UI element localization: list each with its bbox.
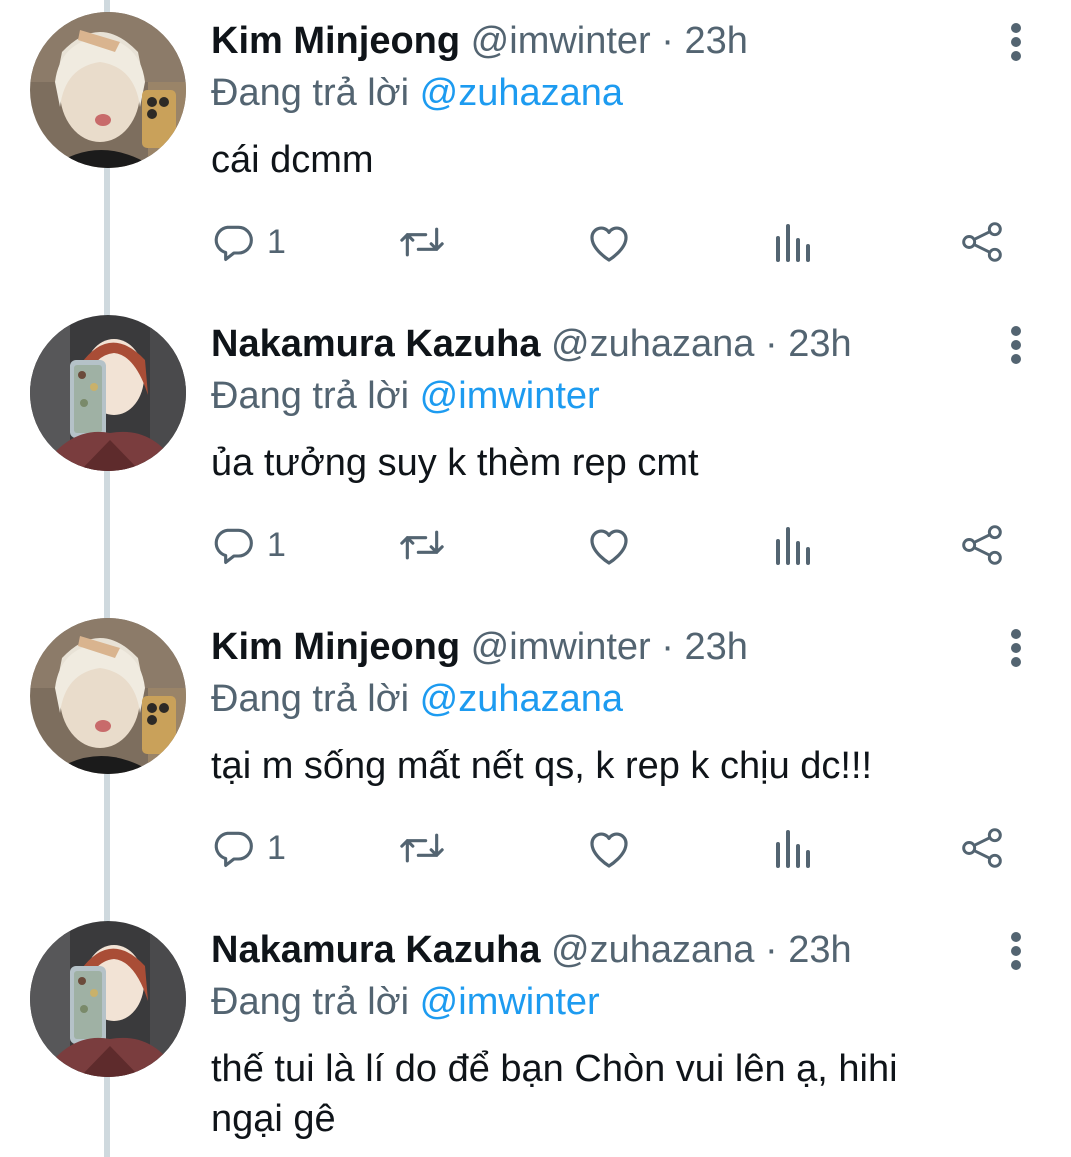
share-icon [962,828,1002,868]
more-vertical-icon [1011,629,1021,667]
share-button[interactable] [959,217,1005,267]
author-name[interactable]: Nakamura Kazuha [211,929,540,971]
share-button[interactable] [959,823,1005,873]
tweet[interactable]: Nakamura Kazuha @zuhazana · 23h Đang trả… [0,909,1071,1157]
tweet[interactable]: Kim Minjeong @imwinter · 23h Đang trả lờ… [0,606,1071,909]
reply-icon [214,225,253,261]
tweet-header: Kim Minjeong @imwinter · 23h [211,18,748,64]
author-name[interactable]: Kim Minjeong [211,20,460,62]
replying-to-line: Đang trả lời @zuhazana [211,70,623,116]
replying-to-mention[interactable]: @zuhazana [420,72,623,114]
retweet-button[interactable] [397,823,447,873]
tweet-header: Kim Minjeong @imwinter · 23h [211,624,748,670]
tweet[interactable]: Kim Minjeong @imwinter · 23h Đang trả lờ… [0,0,1071,303]
share-button[interactable] [959,520,1005,570]
timestamp[interactable]: 23h [685,626,748,668]
reply-icon [214,528,253,564]
reply-count: 1 [267,828,286,867]
tweet[interactable]: Nakamura Kazuha @zuhazana · 23h Đang trả… [0,303,1071,606]
tweet-text: thế tui là lí do để bạn Chòn vui lên ạ, … [211,1048,898,1140]
views-button[interactable] [774,823,814,873]
reply-button[interactable]: 1 [211,217,286,267]
reply-icon [214,831,253,867]
tweet-actions: 1 [211,520,1041,570]
avatar[interactable] [30,921,186,1077]
replying-to-mention[interactable]: @imwinter [420,375,600,417]
separator-dot: · [661,626,674,668]
replying-to-label: Đang trả lời [211,678,410,720]
author-handle[interactable]: @imwinter [471,20,651,62]
tweet-header: Nakamura Kazuha @zuhazana · 23h [211,321,852,367]
tweet-actions: 1 [211,217,1041,267]
retweet-icon [400,530,444,560]
avatar[interactable] [30,12,186,168]
views-icon [776,224,810,262]
tweet-text: ủa tưởng suy k thèm rep cmt [211,442,699,484]
reply-button[interactable]: 1 [211,520,286,570]
tweet-actions: 1 [211,823,1041,873]
retweet-icon [400,833,444,863]
avatar[interactable] [30,618,186,774]
views-icon [776,527,810,565]
like-button[interactable] [585,823,633,873]
reply-button[interactable]: 1 [211,823,286,873]
timestamp[interactable]: 23h [788,929,851,971]
author-handle[interactable]: @zuhazana [551,323,754,365]
tweet-text: tại m sống mất nết qs, k rep k chịu dc!!… [211,745,873,787]
share-icon [962,525,1002,565]
replying-to-line: Đang trả lời @zuhazana [211,676,623,722]
more-vertical-icon [1011,932,1021,970]
heart-icon [590,529,628,565]
heart-icon [590,226,628,262]
avatar[interactable] [30,315,186,471]
like-button[interactable] [585,217,633,267]
share-icon [962,222,1002,262]
timestamp[interactable]: 23h [685,20,748,62]
more-options-button[interactable] [1001,931,1031,971]
like-button[interactable] [585,520,633,570]
tweet-text: cái dcmm [211,139,374,181]
retweet-button[interactable] [397,217,447,267]
replying-to-line: Đang trả lời @imwinter [211,979,600,1025]
separator-dot: · [764,323,778,365]
replying-to-mention[interactable]: @zuhazana [420,678,623,720]
more-options-button[interactable] [1001,22,1031,62]
more-vertical-icon [1011,326,1021,364]
reply-count: 1 [267,525,286,564]
author-handle[interactable]: @zuhazana [551,929,754,971]
author-name[interactable]: Nakamura Kazuha [211,323,540,365]
retweet-icon [400,227,444,257]
replying-to-mention[interactable]: @imwinter [420,981,600,1023]
author-name[interactable]: Kim Minjeong [211,626,460,668]
more-options-button[interactable] [1001,325,1031,365]
replying-to-label: Đang trả lời [211,981,410,1023]
reply-count: 1 [267,222,286,261]
separator-dot: · [764,929,778,971]
tweet-header: Nakamura Kazuha @zuhazana · 23h [211,927,852,973]
replying-to-label: Đang trả lời [211,72,410,114]
timestamp[interactable]: 23h [788,323,851,365]
views-icon [776,830,810,868]
more-vertical-icon [1011,23,1021,61]
retweet-button[interactable] [397,520,447,570]
views-button[interactable] [774,520,814,570]
views-button[interactable] [774,217,814,267]
more-options-button[interactable] [1001,628,1031,668]
separator-dot: · [661,20,674,62]
author-handle[interactable]: @imwinter [471,626,651,668]
replying-to-label: Đang trả lời [211,375,410,417]
replying-to-line: Đang trả lời @imwinter [211,373,600,419]
heart-icon [590,832,628,868]
